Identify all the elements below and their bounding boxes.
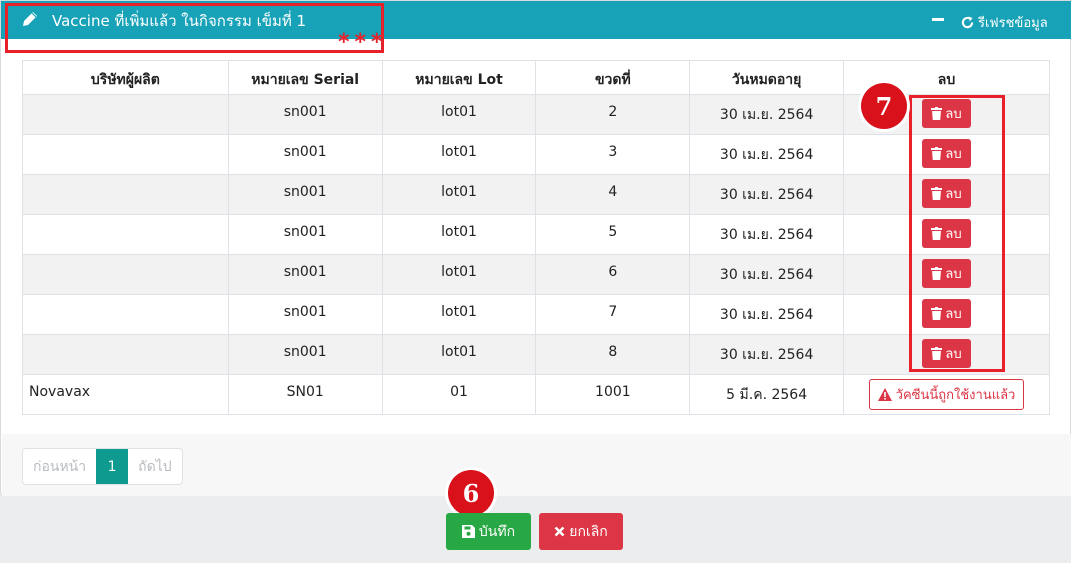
floppy-disk-icon [461,525,475,538]
cell-company [22,134,229,175]
cancel-button[interactable]: ยกเลิก [539,513,623,550]
cell-expiry: 30 เม.ย. 2564 [689,254,845,295]
delete-buttons-highlight-box [909,95,1005,372]
cell-expiry: 30 เม.ย. 2564 [689,174,845,215]
table-row: sn001 lot01 4 30 เม.ย. 2564 ลบ [22,174,1050,215]
cell-serial: sn001 [227,174,383,215]
cell-bottle: 7 [535,294,691,335]
column-header-lot: หมายเลข Lot [381,60,537,95]
cell-serial: sn001 [227,214,383,255]
table-row: sn001 lot01 3 30 เม.ย. 2564 ลบ [22,134,1050,175]
cell-expiry: 5 มี.ค. 2564 [689,374,845,415]
table-row: sn001 lot01 5 30 เม.ย. 2564 ลบ [22,214,1050,255]
cell-lot: 01 [381,374,537,415]
step-marker-7: 7 [861,83,907,129]
refresh-icon [961,16,974,29]
column-header-expiry: วันหมดอายุ [689,60,845,95]
save-label: บันทึก [478,523,516,540]
cell-company [22,214,229,255]
vaccine-card: Vaccine ที่เพิ่มแล้ว ในกิจกรรม เข็มที่ 1… [0,0,1071,496]
table-row: sn001 lot01 8 30 เม.ย. 2564 ลบ [22,334,1050,375]
cancel-label: ยกเลิก [569,523,608,540]
save-button[interactable]: บันทึก [446,513,531,550]
cell-action: วัคซีนนี้ถูกใช้งานแล้ว [843,374,1050,415]
cell-serial: SN01 [227,374,383,415]
cell-lot: lot01 [381,134,537,175]
cell-company [22,294,229,335]
cell-expiry: 30 เม.ย. 2564 [689,94,845,135]
cell-company [22,174,229,215]
cell-company [22,334,229,375]
pagination-page-1[interactable]: 1 [96,449,129,484]
cell-bottle: 2 [535,94,691,135]
minus-icon[interactable] [932,18,944,21]
cell-lot: lot01 [381,334,537,375]
cell-company [22,94,229,135]
refresh-button[interactable]: รีเฟรชข้อมูล [961,12,1048,33]
cell-lot: lot01 [381,294,537,335]
cell-bottle: 6 [535,254,691,295]
table-row: sn001 lot01 7 30 เม.ย. 2564 ลบ [22,294,1050,335]
cell-serial: sn001 [227,134,383,175]
cell-company [22,254,229,295]
close-icon [554,526,565,537]
table-row: Novavax SN01 01 1001 5 มี.ค. 2564 วัคซีน… [22,374,1050,415]
cell-serial: sn001 [227,254,383,295]
cell-expiry: 30 เม.ย. 2564 [689,294,845,335]
warning-icon [877,388,892,401]
cell-expiry: 30 เม.ย. 2564 [689,214,845,255]
cell-lot: lot01 [381,174,537,215]
cell-bottle: 1001 [535,374,691,415]
vaccine-used-badge: วัคซีนนี้ถูกใช้งานแล้ว [868,379,1025,410]
refresh-label: รีเฟรชข้อมูล [978,16,1048,31]
cell-bottle: 5 [535,214,691,255]
pagination: ก่อนหน้า 1 ถัดไป [22,448,183,485]
asterisk-note: *** [338,30,388,55]
cell-serial: sn001 [227,294,383,335]
column-header-bottle: ขวดที่ [535,60,691,95]
table-row: sn001 lot01 6 30 เม.ย. 2564 ลบ [22,254,1050,295]
cell-bottle: 3 [535,134,691,175]
cell-lot: lot01 [381,254,537,295]
cell-lot: lot01 [381,214,537,255]
cell-bottle: 8 [535,334,691,375]
pagination-prev[interactable]: ก่อนหน้า [23,449,96,484]
cell-expiry: 30 เม.ย. 2564 [689,134,845,175]
cell-serial: sn001 [227,334,383,375]
cell-company: Novavax [22,374,229,415]
title-highlight-box: *** [5,3,384,55]
column-header-serial: หมายเลข Serial [227,60,383,95]
pagination-next[interactable]: ถัดไป [128,449,182,484]
column-header-company: บริษัทผู้ผลิต [22,60,229,95]
cell-bottle: 4 [535,174,691,215]
cell-expiry: 30 เม.ย. 2564 [689,334,845,375]
cell-lot: lot01 [381,94,537,135]
vaccine-used-label: วัคซีนนี้ถูกใช้งานแล้ว [895,388,1016,403]
step-marker-6: 6 [448,470,494,516]
cell-serial: sn001 [227,94,383,135]
